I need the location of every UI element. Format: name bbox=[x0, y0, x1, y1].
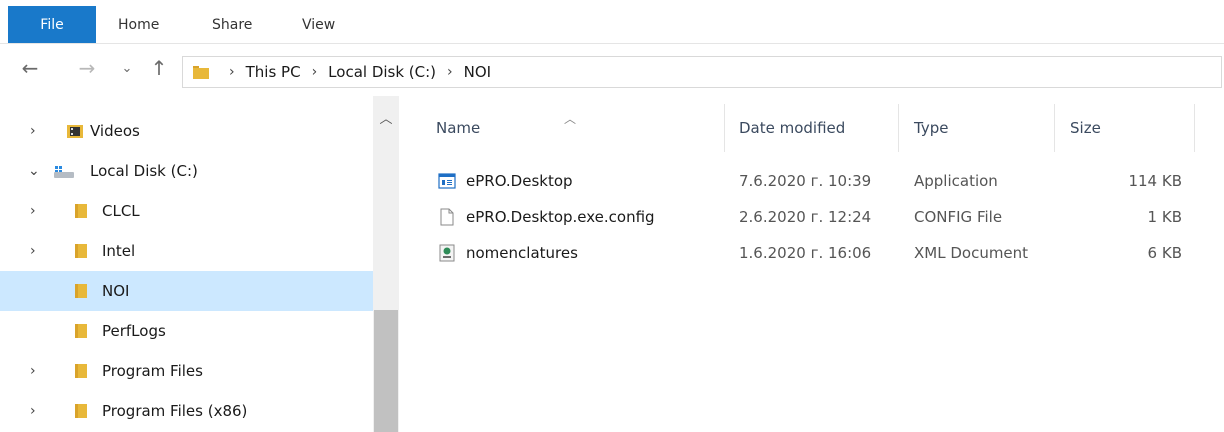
file-date: 1.6.2020 г. 16:06 bbox=[739, 244, 872, 262]
breadcrumb-chevron-icon[interactable]: › bbox=[439, 64, 461, 80]
back-button[interactable]: ← bbox=[12, 52, 48, 84]
tree-item-clcl[interactable]: › CLCL bbox=[0, 191, 373, 231]
navigation-scrollbar[interactable]: ︿ bbox=[373, 96, 399, 432]
tree-item-label: Program Files bbox=[102, 362, 203, 380]
tree-item-videos[interactable]: › Videos bbox=[0, 111, 373, 151]
breadcrumb-noi[interactable]: NOI bbox=[461, 63, 494, 81]
recent-locations-button[interactable]: ⌄ bbox=[114, 52, 140, 84]
navigation-pane: › Videos ⌄ Local Disk (C:) › CLCL › Inte… bbox=[0, 96, 373, 432]
breadcrumb-chevron-icon: › bbox=[229, 64, 235, 80]
application-icon bbox=[438, 173, 456, 189]
tree-item-program-files-x86[interactable]: › Program Files (x86) bbox=[0, 391, 373, 431]
folder-icon bbox=[75, 364, 87, 378]
scroll-up-icon[interactable]: ︿ bbox=[373, 108, 399, 128]
folder-icon bbox=[193, 66, 209, 79]
tab-file[interactable]: File bbox=[8, 6, 96, 43]
chevron-right-icon[interactable]: › bbox=[30, 123, 36, 139]
folder-icon bbox=[75, 404, 87, 418]
chevron-down-icon: ⌄ bbox=[121, 60, 133, 76]
chevron-right-icon[interactable]: › bbox=[30, 203, 36, 219]
file-name: nomenclatures bbox=[466, 244, 578, 262]
chevron-down-icon[interactable]: ⌄ bbox=[28, 163, 40, 179]
tree-item-local-disk[interactable]: ⌄ Local Disk (C:) bbox=[0, 151, 373, 191]
folder-icon bbox=[75, 284, 87, 298]
sort-ascending-icon: ︿ bbox=[564, 112, 577, 126]
file-date: 7.6.2020 г. 10:39 bbox=[739, 172, 872, 190]
chevron-right-icon[interactable]: › bbox=[30, 403, 36, 419]
tree-item-label: PerfLogs bbox=[102, 322, 166, 340]
file-size: 6 KB bbox=[1147, 244, 1182, 262]
tab-view[interactable]: View bbox=[302, 6, 335, 43]
folder-icon bbox=[75, 204, 87, 218]
file-name: ePRO.Desktop bbox=[466, 172, 573, 190]
tree-item-label: CLCL bbox=[102, 202, 140, 220]
xml-document-icon bbox=[439, 244, 455, 262]
column-divider[interactable] bbox=[724, 104, 725, 152]
tree-item-program-files[interactable]: › Program Files bbox=[0, 351, 373, 391]
breadcrumb-chevron-icon[interactable]: › bbox=[304, 64, 326, 80]
drive-icon bbox=[54, 166, 74, 178]
file-type: XML Document bbox=[914, 244, 1029, 262]
tab-home[interactable]: Home bbox=[118, 6, 159, 43]
address-bar[interactable]: › This PC › Local Disk (C:) › NOI bbox=[182, 56, 1222, 88]
tree-item-label: Program Files (x86) bbox=[102, 402, 248, 420]
videos-folder-icon bbox=[67, 125, 83, 138]
folder-icon bbox=[75, 324, 87, 338]
column-header-type[interactable]: Type bbox=[914, 119, 948, 137]
column-divider[interactable] bbox=[1194, 104, 1195, 152]
column-header-name[interactable]: Name bbox=[436, 119, 480, 137]
config-file-icon bbox=[440, 208, 454, 226]
chevron-right-icon[interactable]: › bbox=[30, 363, 36, 379]
tab-share[interactable]: Share bbox=[212, 6, 252, 43]
file-name: ePRO.Desktop.exe.config bbox=[466, 208, 655, 226]
up-button[interactable]: ↑ bbox=[146, 52, 172, 84]
column-divider[interactable] bbox=[1054, 104, 1055, 152]
tree-item-label: Videos bbox=[90, 122, 140, 140]
up-arrow-icon: ↑ bbox=[150, 56, 168, 80]
breadcrumb-this-pc[interactable]: This PC bbox=[243, 63, 304, 81]
column-header-size[interactable]: Size bbox=[1070, 119, 1101, 137]
tree-item-label: NOI bbox=[102, 282, 130, 300]
folder-icon bbox=[75, 244, 87, 258]
back-arrow-icon: ← bbox=[21, 56, 39, 80]
file-size: 114 KB bbox=[1128, 172, 1182, 190]
file-type: Application bbox=[914, 172, 998, 190]
tree-item-label: Local Disk (C:) bbox=[90, 162, 198, 180]
file-row[interactable]: nomenclatures 1.6.2020 г. 16:06 XML Docu… bbox=[400, 235, 1224, 271]
file-row[interactable]: ePRO.Desktop 7.6.2020 г. 10:39 Applicati… bbox=[400, 163, 1224, 199]
forward-arrow-icon: → bbox=[78, 56, 96, 80]
forward-button[interactable]: → bbox=[72, 52, 102, 84]
tree-item-label: Intel bbox=[102, 242, 136, 260]
file-date: 2.6.2020 г. 12:24 bbox=[739, 208, 872, 226]
file-type: CONFIG File bbox=[914, 208, 1003, 226]
chevron-right-icon[interactable]: › bbox=[30, 243, 36, 259]
file-row[interactable]: ePRO.Desktop.exe.config 2.6.2020 г. 12:2… bbox=[400, 199, 1224, 235]
breadcrumb-local-disk[interactable]: Local Disk (C:) bbox=[325, 63, 439, 81]
tree-item-perflogs[interactable]: PerfLogs bbox=[0, 311, 373, 351]
ribbon: File Home Share View bbox=[0, 0, 1224, 44]
column-header-date[interactable]: Date modified bbox=[739, 119, 845, 137]
column-header-row: ︿ Name Date modified Type Size bbox=[400, 96, 1224, 162]
scroll-thumb[interactable] bbox=[374, 310, 398, 432]
navigation-bar: ← → ⌄ ↑ › This PC › Local Disk (C:) › NO… bbox=[0, 44, 1224, 96]
column-divider[interactable] bbox=[898, 104, 899, 152]
tree-item-noi[interactable]: NOI bbox=[0, 271, 373, 311]
tree-item-intel[interactable]: › Intel bbox=[0, 231, 373, 271]
file-size: 1 KB bbox=[1147, 208, 1182, 226]
